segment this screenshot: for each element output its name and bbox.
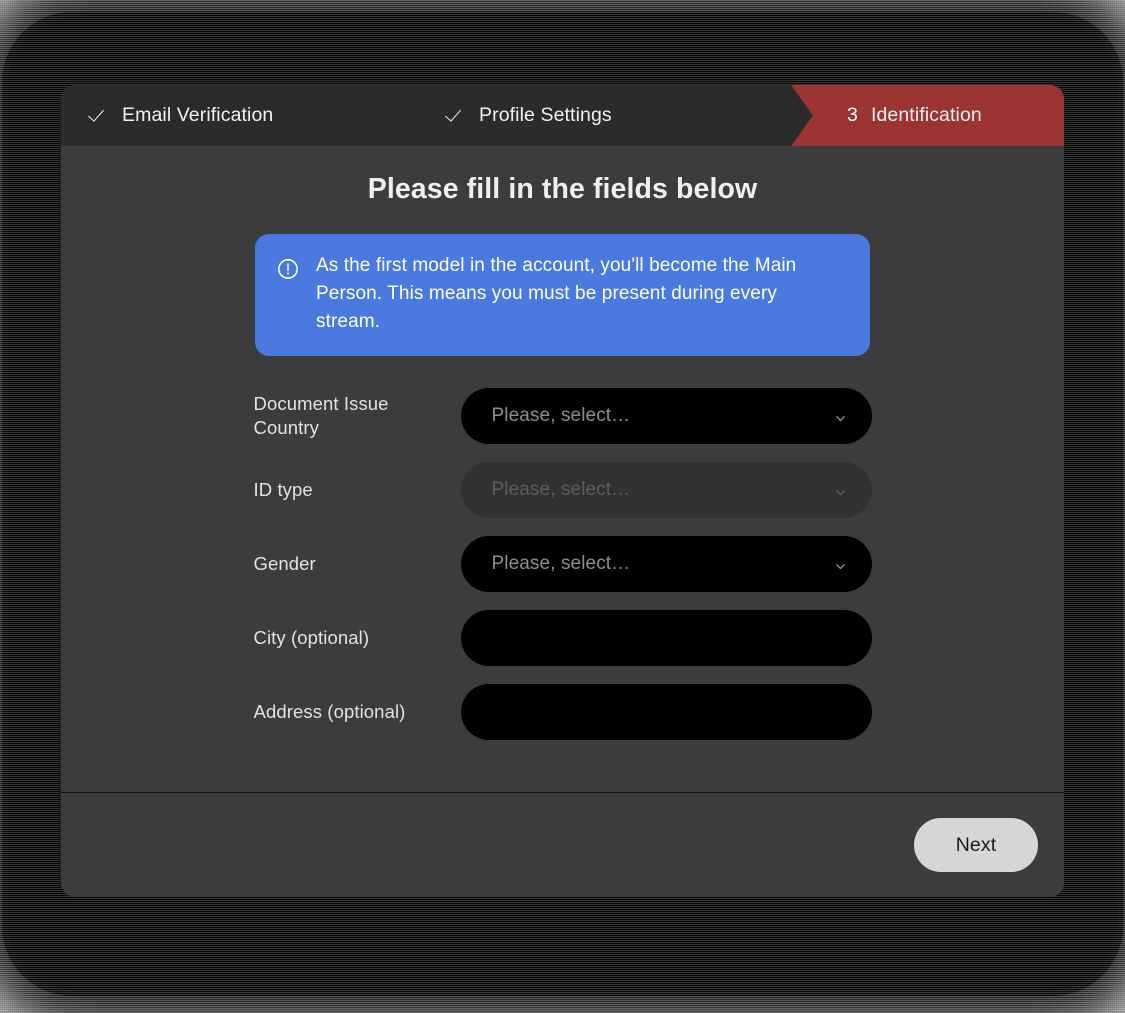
next-button[interactable]: Next: [914, 818, 1038, 872]
step-profile-settings[interactable]: Profile Settings: [418, 85, 791, 146]
field-label-id-type: ID type: [253, 479, 313, 500]
chevron-down-icon: [835, 559, 846, 570]
page-backdrop: Email Verification Profile Settings 3 Id…: [0, 0, 1125, 1013]
select-document-issue-country[interactable]: Please, select…: [460, 388, 872, 444]
field-label-city: City (optional): [253, 627, 370, 648]
step-label: Email Verification: [122, 104, 274, 126]
step-identification[interactable]: 3 Identification: [791, 85, 1064, 146]
chevron-down-icon: [835, 485, 846, 496]
step-label: Identification: [870, 104, 982, 126]
info-banner-text: As the first model in the account, you'l…: [316, 255, 797, 332]
step-email-verification[interactable]: Email Verification: [61, 85, 418, 146]
check-icon: [446, 106, 466, 126]
chevron-down-icon: [835, 411, 846, 422]
modal-footer: Next: [61, 792, 1064, 897]
input-city[interactable]: [460, 610, 872, 666]
select-id-type: Please, select…: [460, 462, 872, 518]
form-row-document-issue-country: Document Issue Country Please, select…: [254, 388, 872, 444]
select-gender[interactable]: Please, select…: [460, 536, 872, 592]
select-value: Please, select…: [491, 553, 631, 574]
page-title: Please fill in the fields below: [367, 173, 758, 205]
onboarding-modal: Email Verification Profile Settings 3 Id…: [61, 85, 1064, 897]
select-value: Please, select…: [491, 479, 631, 500]
modal-body: Please fill in the fields below As the f…: [61, 146, 1064, 792]
field-label-address: Address (optional): [253, 701, 406, 722]
check-icon: [89, 106, 109, 126]
step-progress-bar: Email Verification Profile Settings 3 Id…: [61, 85, 1064, 146]
identification-form: Document Issue Country Please, select… I…: [254, 388, 872, 740]
exclamation-circle-icon: [277, 258, 299, 280]
form-row-gender: Gender Please, select…: [254, 536, 872, 592]
input-address[interactable]: [460, 684, 872, 740]
form-row-city: City (optional): [254, 610, 872, 666]
step-label: Profile Settings: [479, 104, 612, 126]
info-banner: As the first model in the account, you'l…: [255, 234, 870, 356]
field-label-gender: Gender: [253, 553, 316, 574]
form-row-address: Address (optional): [254, 684, 872, 740]
select-value: Please, select…: [491, 405, 631, 426]
field-label-document-issue-country: Document Issue Country: [253, 393, 389, 438]
step-number: 3: [847, 104, 858, 126]
form-row-id-type: ID type Please, select…: [254, 462, 872, 518]
